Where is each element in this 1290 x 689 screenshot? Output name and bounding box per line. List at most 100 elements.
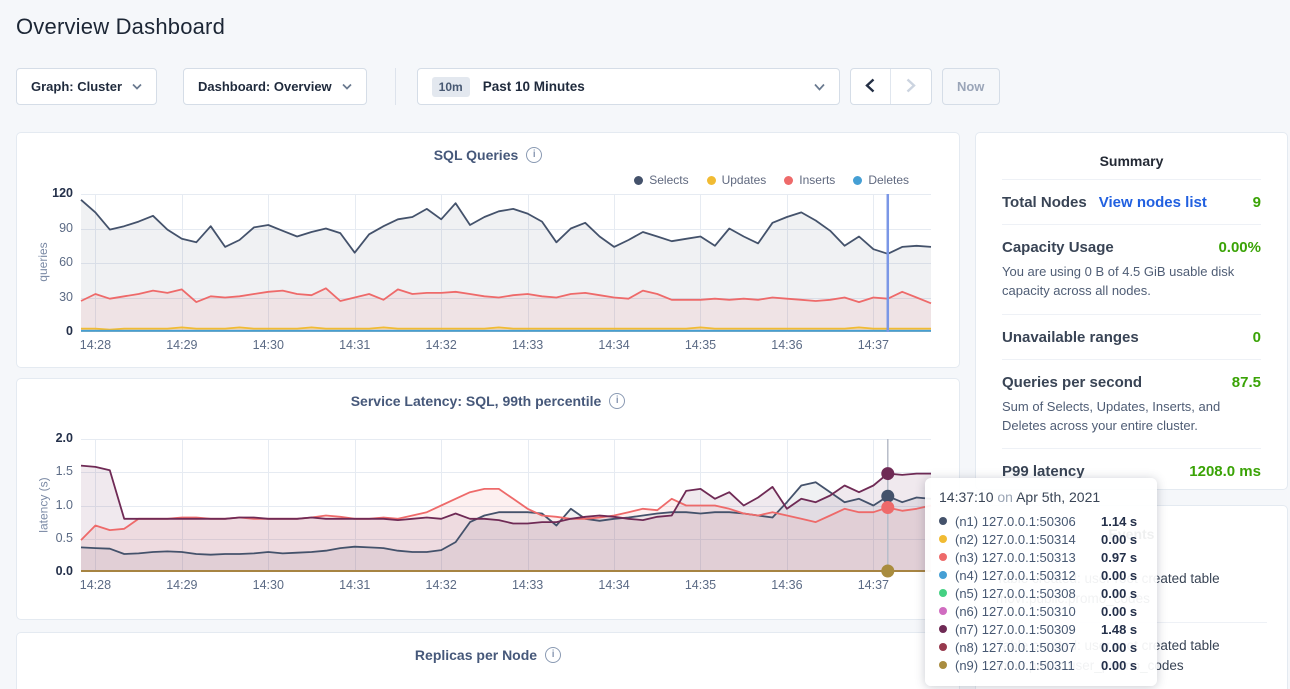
series-dot-icon <box>853 176 862 185</box>
series-dot-icon <box>939 661 947 669</box>
summary-title: Summary <box>1002 133 1261 179</box>
chart-title-row: SQL Queries i <box>17 133 959 163</box>
tooltip-node-address: (n7) 127.0.0.1:50309 <box>955 622 1101 637</box>
tooltip-node-rows: (n1) 127.0.0.1:503061.14 s(n2) 127.0.0.1… <box>939 512 1143 674</box>
legend-label: Selects <box>649 173 688 187</box>
tooltip-node-address: (n6) 127.0.0.1:50310 <box>955 604 1101 619</box>
info-icon[interactable]: i <box>609 393 625 409</box>
tooltip-node-row: (n8) 127.0.0.1:503070.00 s <box>939 638 1143 656</box>
x-axis-tick: 14:31 <box>339 578 370 592</box>
summary-label: Capacity Usage <box>1002 239 1114 256</box>
legend-label: Updates <box>722 173 767 187</box>
tooltip-node-value: 0.00 s <box>1101 640 1137 655</box>
series-dot-icon <box>939 589 947 597</box>
view-nodes-list-link[interactable]: View nodes list <box>1099 194 1207 211</box>
tooltip-node-row: (n9) 127.0.0.1:503110.00 s <box>939 656 1143 674</box>
x-axis-tick: 14:35 <box>685 338 716 352</box>
y-axis-label: queries <box>36 193 50 331</box>
overview-dashboard-page: Overview Dashboard Graph: Cluster Dashbo… <box>0 0 1290 689</box>
series-dot-icon <box>939 607 947 615</box>
series-dot-icon <box>939 553 947 561</box>
time-range-dropdown[interactable]: 10m Past 10 Minutes <box>417 68 840 105</box>
time-prev-button[interactable] <box>851 69 891 104</box>
tooltip-node-value: 1.48 s <box>1101 622 1137 637</box>
summary-row-qps: Queries per second 87.5 Sum of Selects, … <box>1002 359 1261 449</box>
tooltip-node-value: 0.00 s <box>1101 568 1137 583</box>
chart-title: Replicas per Node <box>415 647 537 663</box>
time-range-label: Past 10 Minutes <box>483 79 585 94</box>
chevron-right-icon <box>906 78 916 96</box>
x-axis-ticks: 14:2814:2914:3014:3114:3214:3314:3414:35… <box>81 578 931 594</box>
time-nav-group <box>850 68 932 105</box>
chart-hover-tooltip: 14:37:10 on Apr 5th, 2021 (n1) 127.0.0.1… <box>925 478 1157 686</box>
x-axis-tick: 14:35 <box>685 578 716 592</box>
x-axis-tick: 14:36 <box>771 338 802 352</box>
x-axis-tick: 14:30 <box>253 578 284 592</box>
summary-value: 9 <box>1253 194 1261 211</box>
x-axis-tick: 14:37 <box>858 338 889 352</box>
series-dot-icon <box>634 176 643 185</box>
now-button: Now <box>942 68 1000 105</box>
tooltip-node-address: (n8) 127.0.0.1:50307 <box>955 640 1101 655</box>
summary-panel: Summary Total Nodes View nodes list 9 Ca… <box>975 132 1288 490</box>
tooltip-node-value: 0.00 s <box>1101 532 1137 547</box>
tooltip-node-address: (n4) 127.0.0.1:50312 <box>955 568 1101 583</box>
graph-dropdown[interactable]: Graph: Cluster <box>16 68 157 105</box>
summary-row-unavailable: Unavailable ranges 0 <box>1002 314 1261 359</box>
latency-chart-card: Service Latency: SQL, 99th percentile i … <box>16 378 960 620</box>
chevron-down-icon <box>342 83 352 90</box>
chart-title-row: Service Latency: SQL, 99th percentile i <box>17 379 959 409</box>
chart-title: SQL Queries <box>434 147 519 163</box>
legend-label: Deletes <box>868 173 909 187</box>
latency-plot-area[interactable]: 0.00.51.01.52.0latency (s) <box>81 439 931 572</box>
summary-value: 1208.0 ms <box>1189 463 1261 480</box>
x-axis-tick: 14:36 <box>771 578 802 592</box>
summary-subtext: Sum of Selects, Updates, Inserts, and De… <box>1002 398 1261 436</box>
summary-label: Queries per second <box>1002 374 1142 391</box>
replicas-chart-card: Replicas per Node i <box>16 632 960 689</box>
tooltip-node-row: (n4) 127.0.0.1:503120.00 s <box>939 566 1143 584</box>
charts-column: SQL Queries i Selects Updates Inserts Delet… <box>16 132 960 689</box>
series-dot-icon <box>707 176 716 185</box>
series-dot-icon <box>939 517 947 525</box>
chevron-down-icon <box>132 83 142 90</box>
tooltip-node-row: (n6) 127.0.0.1:503100.00 s <box>939 602 1143 620</box>
tooltip-node-address: (n3) 127.0.0.1:50313 <box>955 550 1101 565</box>
controls-bar: Graph: Cluster Dashboard: Overview 10m P… <box>16 68 1000 105</box>
x-axis-tick: 14:34 <box>598 578 629 592</box>
x-axis-tick: 14:30 <box>253 338 284 352</box>
tooltip-node-row: (n1) 127.0.0.1:503061.14 s <box>939 512 1143 530</box>
x-axis-tick: 14:32 <box>426 338 457 352</box>
summary-label: Unavailable ranges <box>1002 329 1139 346</box>
tooltip-node-address: (n2) 127.0.0.1:50314 <box>955 532 1101 547</box>
legend-item-selects[interactable]: Selects <box>634 173 688 187</box>
summary-value: 87.5 <box>1232 374 1261 391</box>
summary-subtext: You are using 0 B of 4.5 GiB usable disk… <box>1002 263 1261 301</box>
dashboard-dropdown[interactable]: Dashboard: Overview <box>183 68 367 105</box>
info-icon[interactable]: i <box>545 647 561 663</box>
tooltip-node-value: 1.14 s <box>1101 514 1137 529</box>
summary-row-capacity: Capacity Usage 0.00% You are using 0 B o… <box>1002 224 1261 314</box>
series-dot-icon <box>939 571 947 579</box>
x-axis-tick: 14:34 <box>598 338 629 352</box>
x-axis-tick: 14:29 <box>166 338 197 352</box>
summary-value: 0 <box>1253 329 1261 346</box>
sql-queries-plot-area[interactable]: 0306090120queries <box>81 194 931 332</box>
legend-item-deletes[interactable]: Deletes <box>853 173 909 187</box>
tooltip-node-row: (n2) 127.0.0.1:503140.00 s <box>939 530 1143 548</box>
y-axis-label: latency (s) <box>36 438 50 571</box>
legend-item-inserts[interactable]: Inserts <box>784 173 835 187</box>
series-dot-icon <box>784 176 793 185</box>
summary-value: 0.00% <box>1218 239 1261 256</box>
legend-item-updates[interactable]: Updates <box>707 173 767 187</box>
info-icon[interactable]: i <box>526 147 542 163</box>
tooltip-node-address: (n9) 127.0.0.1:50311 <box>955 658 1101 673</box>
x-axis-tick: 14:37 <box>858 578 889 592</box>
x-axis-tick: 14:28 <box>80 338 111 352</box>
chart-legend: Selects Updates Inserts Deletes <box>634 173 909 187</box>
page-title: Overview Dashboard <box>16 14 225 40</box>
time-next-button <box>891 69 931 104</box>
series-dot-icon <box>939 535 947 543</box>
chevron-down-icon <box>814 83 825 91</box>
tooltip-node-value: 0.00 s <box>1101 604 1137 619</box>
